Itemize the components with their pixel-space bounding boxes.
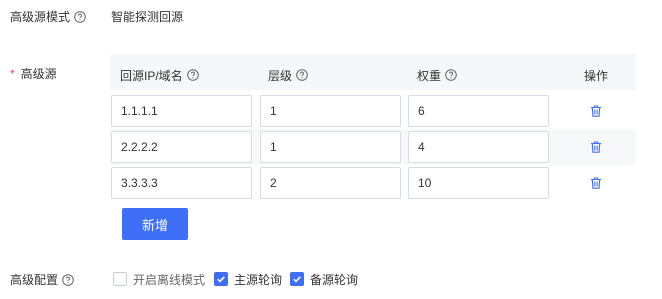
question-circle-icon[interactable] bbox=[296, 69, 308, 81]
backup-polling-checkbox[interactable]: 备源轮询 bbox=[290, 270, 358, 288]
mode-label-group: 高级源模式 bbox=[10, 8, 86, 25]
checkbox-box[interactable] bbox=[113, 272, 127, 286]
host-input[interactable]: 3.3.3.3 bbox=[111, 167, 252, 199]
question-circle-icon[interactable] bbox=[62, 273, 74, 286]
checkbox-box[interactable] bbox=[214, 272, 228, 286]
trash-icon[interactable] bbox=[589, 140, 603, 154]
level-input[interactable]: 1 bbox=[260, 131, 401, 163]
weight-input[interactable]: 10 bbox=[408, 167, 549, 199]
level-input[interactable]: 1 bbox=[260, 95, 401, 127]
checkbox-box[interactable] bbox=[290, 272, 304, 286]
trash-icon[interactable] bbox=[589, 176, 603, 190]
add-row-button[interactable]: 新增 bbox=[122, 208, 188, 240]
required-mark: * bbox=[10, 66, 15, 81]
config-label-group: 高级配置 bbox=[10, 271, 74, 288]
host-input[interactable]: 1.1.1.1 bbox=[111, 95, 252, 127]
col-host-header: 回源IP/域名 bbox=[120, 57, 199, 93]
question-circle-icon[interactable] bbox=[74, 10, 86, 23]
config-label: 高级配置 bbox=[10, 273, 59, 287]
mode-value: 智能探测回源 bbox=[111, 10, 184, 24]
question-circle-icon[interactable] bbox=[445, 69, 457, 81]
checkbox-label: 开启离线模式 bbox=[133, 272, 206, 287]
checkbox-label: 备源轮询 bbox=[310, 272, 359, 287]
host-input[interactable]: 2.2.2.2 bbox=[111, 131, 252, 163]
origin-label: 高级源 bbox=[20, 67, 57, 81]
check-icon bbox=[293, 276, 301, 283]
checkbox-label: 主源轮询 bbox=[234, 272, 283, 287]
check-icon bbox=[217, 276, 225, 283]
mode-label: 高级源模式 bbox=[10, 10, 71, 24]
origin-label-group: * 高级源 bbox=[10, 65, 57, 82]
level-input[interactable]: 2 bbox=[260, 167, 401, 199]
col-action-header: 操作 bbox=[584, 68, 609, 83]
primary-polling-checkbox[interactable]: 主源轮询 bbox=[214, 270, 282, 288]
offline-mode-checkbox[interactable]: 开启离线模式 bbox=[113, 270, 205, 288]
question-circle-icon[interactable] bbox=[186, 69, 199, 81]
col-weight-header: 权重 bbox=[417, 57, 457, 93]
trash-icon[interactable] bbox=[589, 104, 603, 118]
col-level-header: 层级 bbox=[268, 57, 308, 93]
weight-input[interactable]: 4 bbox=[408, 131, 549, 163]
weight-input[interactable]: 6 bbox=[408, 95, 549, 127]
